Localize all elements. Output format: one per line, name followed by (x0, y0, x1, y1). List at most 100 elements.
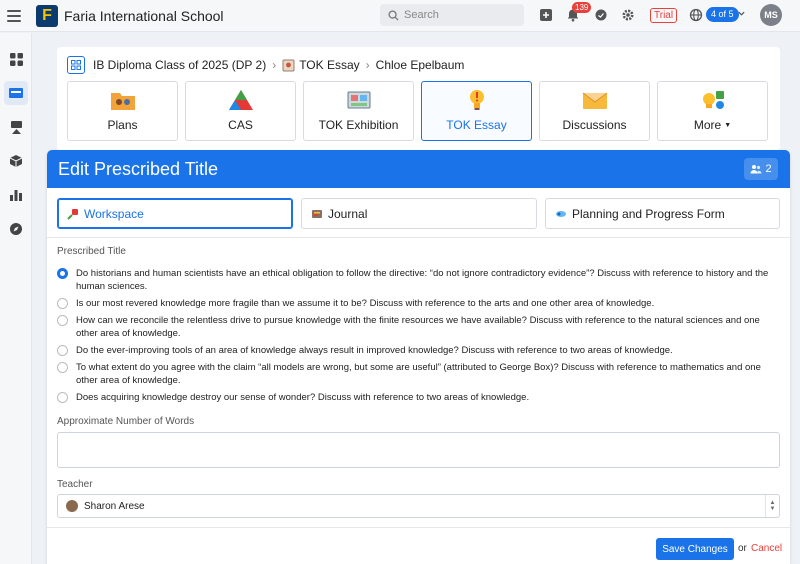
subtab-label: Workspace (84, 206, 144, 221)
prescribed-title-options: Do historians and human scientists have … (57, 267, 782, 408)
cancel-link[interactable]: Cancel (751, 543, 782, 554)
subtab-workspace[interactable]: Workspace (57, 198, 293, 229)
tab-label: Discussions (562, 118, 627, 132)
teacher-label: Teacher (57, 479, 93, 490)
title-option[interactable]: Do historians and human scientists have … (57, 267, 782, 293)
title-option[interactable]: Does acquiring knowledge destroy our sen… (57, 391, 782, 404)
title-option[interactable]: Is our most revered knowledge more fragi… (57, 297, 782, 310)
grid-icon[interactable] (67, 56, 85, 74)
teacher-select[interactable]: Sharon Arese ▲ ▼ (57, 494, 780, 518)
prescribed-title-label: Prescribed Title (57, 246, 126, 257)
tab-tok-essay[interactable]: TOK Essay (421, 81, 532, 141)
projects-icon[interactable] (4, 115, 28, 139)
tab-label: CAS (228, 118, 253, 132)
search-icon (388, 9, 399, 21)
gear-icon[interactable] (621, 8, 635, 22)
option-text: To what extent do you agree with the cla… (76, 362, 761, 386)
envelope-icon (582, 88, 608, 112)
lightbulb-icon (464, 88, 490, 112)
breadcrumb: IB Diploma Class of 2025 (DP 2) › TOK Es… (67, 55, 464, 75)
radio[interactable] (57, 345, 68, 356)
save-changes-button[interactable]: Save Changes (656, 538, 734, 560)
teacher-value: Sharon Arese (84, 500, 145, 512)
radio-selected[interactable] (57, 268, 68, 279)
breadcrumb-class[interactable]: IB Diploma Class of 2025 (DP 2) (93, 58, 266, 72)
tab-label: TOK Exhibition (318, 118, 399, 132)
option-text: Do historians and human scientists have … (76, 268, 769, 292)
compass-icon[interactable] (4, 217, 28, 241)
globe-icon[interactable] (689, 8, 703, 22)
school-name[interactable]: Faria International School (64, 8, 224, 24)
member-count: 2 (765, 163, 772, 175)
left-nav-rail (0, 33, 32, 564)
subtab-journal[interactable]: Journal (301, 198, 537, 229)
title-option[interactable]: Do the ever-improving tools of an area o… (57, 344, 782, 357)
notification-badge: 139 (572, 2, 592, 13)
workspace-icon (67, 208, 78, 220)
select-arrows-icon: ▲ ▼ (765, 495, 779, 517)
chevron-down-icon[interactable] (738, 10, 745, 17)
subtab-label: Planning and Progress Form (572, 206, 725, 221)
panel-title: Edit Prescribed Title (58, 158, 219, 179)
words-label: Approximate Number of Words (57, 416, 195, 427)
reports-icon[interactable] (4, 183, 28, 207)
radio[interactable] (57, 362, 68, 373)
school-logo[interactable]: F (36, 4, 58, 27)
trial-badge[interactable]: Trial (650, 8, 678, 23)
cube-icon[interactable] (4, 149, 28, 173)
tab-label: More (693, 118, 722, 132)
radio[interactable] (57, 392, 68, 403)
tok-essay-icon (282, 59, 295, 71)
divider (47, 527, 790, 528)
or-text: or (738, 543, 747, 554)
user-avatar[interactable]: MS (760, 4, 782, 26)
breadcrumb-separator: › (365, 58, 370, 72)
subtabs: Workspace Journal Planning and Progress … (57, 198, 780, 229)
radio[interactable] (57, 315, 68, 326)
dashboard-icon[interactable] (4, 47, 28, 71)
teacher-avatar (66, 500, 78, 512)
page-counter[interactable]: 4 of 5 (706, 7, 739, 22)
divider (47, 237, 790, 238)
radio[interactable] (57, 298, 68, 309)
tab-cas[interactable]: CAS (185, 81, 296, 141)
title-option[interactable]: How can we reconcile the relentless driv… (57, 314, 782, 340)
breadcrumb-project[interactable]: TOK Essay (299, 58, 359, 72)
caret-down-icon: ▼ (724, 121, 732, 129)
people-icon (750, 165, 762, 174)
more-apps-icon (700, 88, 726, 112)
tab-plans[interactable]: Plans (67, 81, 178, 141)
word-count-textarea[interactable] (57, 432, 780, 468)
tab-label: TOK Essay (446, 118, 507, 132)
chat-icon[interactable] (594, 8, 608, 22)
menu-icon[interactable] (7, 6, 27, 26)
project-card: IB Diploma Class of 2025 (DP 2) › TOK Es… (57, 47, 780, 151)
tab-label: Plans (107, 118, 138, 132)
option-text: Does acquiring knowledge destroy our sen… (76, 392, 530, 403)
search-input[interactable]: Search (380, 4, 524, 26)
more-label-wrap: More ▼ (694, 118, 731, 132)
option-text: Do the ever-improving tools of an area o… (76, 345, 673, 356)
title-option[interactable]: To what extent do you agree with the cla… (57, 361, 782, 387)
tab-discussions[interactable]: Discussions (539, 81, 650, 141)
option-text: How can we reconcile the relentless driv… (76, 315, 760, 339)
members-button[interactable]: 2 (744, 158, 778, 180)
add-icon[interactable] (539, 8, 553, 22)
breadcrumb-student: Chloe Epelbaum (375, 58, 465, 72)
classes-icon[interactable] (4, 81, 28, 105)
tab-tok-exhibition[interactable]: TOK Exhibition (303, 81, 414, 141)
top-bar: F Faria International School Search 139 … (0, 0, 800, 32)
tab-more[interactable]: More ▼ (657, 81, 768, 141)
cas-triangle-icon (228, 88, 254, 112)
edit-prescribed-title-panel: Edit Prescribed Title 2 Workspace Journa… (47, 150, 790, 564)
option-text: Is our most revered knowledge more fragi… (76, 298, 655, 309)
panel-header: Edit Prescribed Title (47, 150, 790, 188)
journal-icon (312, 209, 322, 218)
subtab-label: Journal (328, 206, 368, 221)
progress-icon (556, 210, 566, 217)
subtab-planning-progress[interactable]: Planning and Progress Form (545, 198, 780, 229)
exhibition-icon (346, 88, 372, 112)
breadcrumb-separator: › (272, 58, 277, 72)
search-placeholder: Search (404, 9, 439, 21)
folder-people-icon (110, 88, 136, 112)
